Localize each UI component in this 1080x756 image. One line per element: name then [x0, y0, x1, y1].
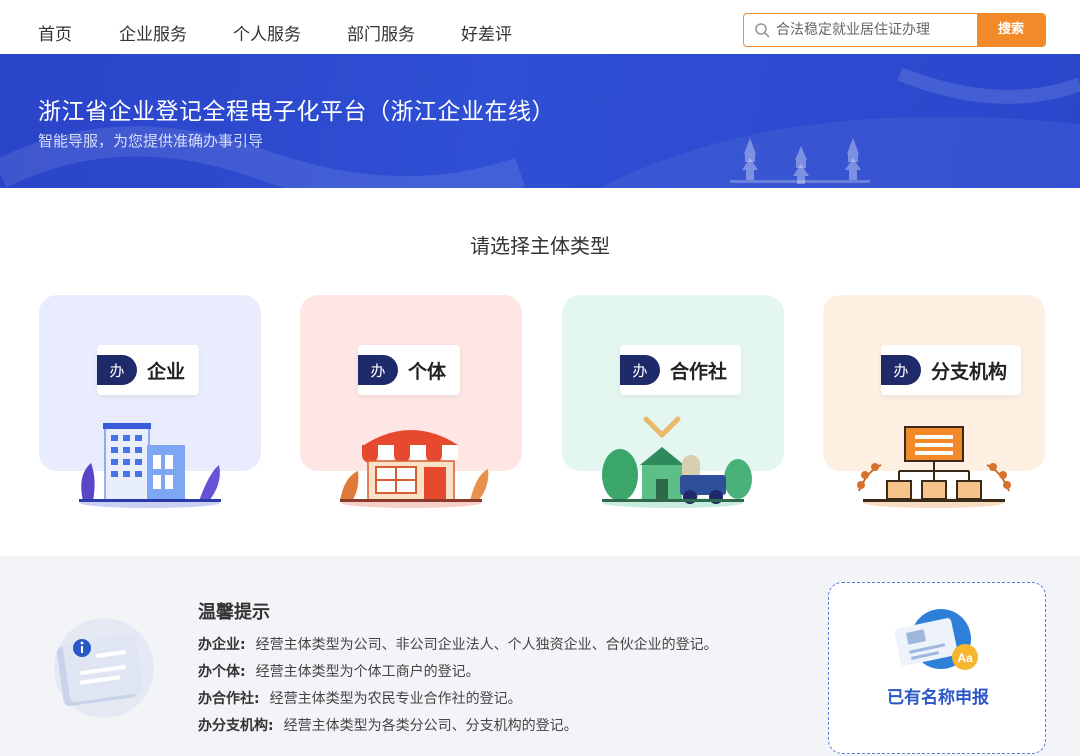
existing-name-declaration-button[interactable]: Aa 已有名称申报: [828, 582, 1046, 754]
ban-tag: 办: [881, 355, 921, 385]
card-label: 办 分支机构: [881, 345, 1022, 395]
card-branch[interactable]: 办 分支机构: [823, 295, 1045, 511]
tip-line: 办个体: 经营主体类型为个体工商户的登记。: [198, 661, 480, 681]
search-button[interactable]: 搜索: [977, 14, 1045, 46]
tip-key: 办分支机构:: [198, 718, 274, 734]
card-label: 办 合作社: [620, 345, 742, 395]
nav-enterprise-services[interactable]: 企业服务: [119, 20, 187, 45]
farm-windmill-tractor-icon: [602, 416, 752, 508]
card-enterprise[interactable]: 办 企业: [39, 295, 261, 511]
card-cooperative[interactable]: 办 合作社: [562, 295, 784, 511]
tip-line: 办合作社: 经营主体类型为农民专业合作社的登记。: [198, 688, 522, 708]
card-name: 个体: [408, 360, 447, 383]
nav-home[interactable]: 首页: [38, 20, 72, 45]
nav-personal-services[interactable]: 个人服务: [233, 20, 301, 45]
banner-title: 浙江省企业登记全程电子化平台（浙江企业在线）: [38, 99, 555, 125]
section-title: 请选择主体类型: [470, 234, 610, 258]
tip-key: 办企业:: [198, 637, 246, 653]
tip-key: 办合作社:: [198, 691, 260, 707]
ban-tag: 办: [620, 355, 660, 385]
nav-department-services[interactable]: 部门服务: [347, 20, 415, 45]
tips-title: 温馨提示: [198, 602, 270, 623]
card-name: 合作社: [670, 360, 728, 383]
banner: 浙江省企业登记全程电子化平台（浙江企业在线） 智能导服，为您提供准确办事引导: [0, 54, 1080, 188]
name-card-icon: Aa: [894, 609, 978, 670]
tip-key: 办个体:: [198, 664, 246, 680]
search-input[interactable]: [776, 14, 976, 46]
search-box: 搜索: [743, 13, 1046, 47]
ban-tag: 办: [358, 355, 398, 385]
card-name: 企业: [147, 360, 186, 383]
card-name: 分支机构: [931, 360, 1008, 383]
existing-name-declaration-label: 已有名称申报: [887, 688, 989, 708]
storefront-icon: [340, 430, 489, 508]
top-nav: 首页 企业服务 个人服务 部门服务 好差评 搜索: [0, 0, 1080, 58]
svg-text:Aa: Aa: [957, 651, 973, 665]
card-label: 办 企业: [97, 345, 200, 395]
nav-rating[interactable]: 好差评: [461, 20, 512, 45]
card-individual[interactable]: 办 个体: [300, 295, 522, 511]
tip-line: 办分支机构: 经营主体类型为各类分公司、分支机构的登记。: [198, 715, 578, 735]
office-building-icon: [79, 423, 221, 508]
info-scroll-icon: [54, 618, 154, 718]
tip-line: 办企业: 经营主体类型为公司、非公司企业法人、个人独资企业、合伙企业的登记。: [198, 634, 718, 654]
tip-text: 经营主体类型为个体工商户的登记。: [255, 664, 480, 680]
tip-text: 经营主体类型为各类分公司、分支机构的登记。: [283, 718, 578, 734]
tip-text: 经营主体类型为公司、非公司企业法人、个人独资企业、合伙企业的登记。: [255, 637, 718, 653]
search-icon: [755, 23, 770, 38]
banner-subtitle: 智能导服，为您提供准确办事引导: [38, 132, 264, 150]
ban-tag: 办: [97, 355, 137, 385]
card-label: 办 个体: [358, 345, 461, 395]
org-chart-icon: [857, 426, 1011, 508]
tip-text: 经营主体类型为农民专业合作社的登记。: [269, 691, 522, 707]
